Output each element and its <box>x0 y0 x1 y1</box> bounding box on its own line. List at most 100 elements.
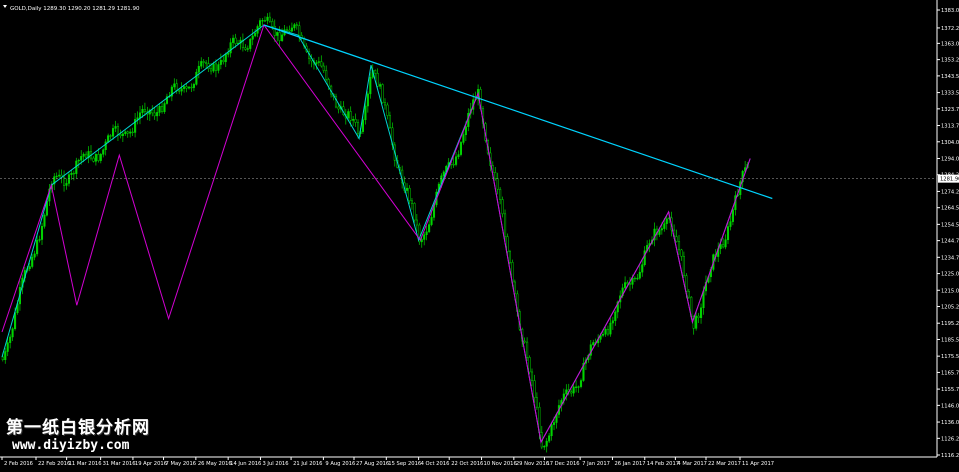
symbol-info: GOLD,Daily 1289.30 1290.20 1281.29 1281.… <box>10 6 140 12</box>
candle-body <box>116 126 120 135</box>
candle-body <box>295 24 298 26</box>
time-label: 14 Jun 2016 <box>230 461 261 467</box>
candle-body <box>227 52 230 55</box>
time-label: 17 Dec 2016 <box>546 461 579 467</box>
candle-body <box>185 86 188 89</box>
candle-body <box>369 77 372 95</box>
price-label: 1165.75 <box>941 370 959 376</box>
candle-body <box>249 39 252 49</box>
candle-body <box>660 228 663 231</box>
candle-body <box>523 340 526 343</box>
candle-body <box>685 275 688 292</box>
candle-body <box>65 183 68 186</box>
candle-body <box>349 111 352 121</box>
candle-body <box>665 218 668 224</box>
candle-body <box>43 214 46 227</box>
candle-body <box>187 86 191 89</box>
candle-body <box>337 106 340 110</box>
candle-body <box>102 149 105 155</box>
time-label: 27 Aug 2016 <box>356 461 389 467</box>
candle-body <box>112 128 115 137</box>
price-label: 1126.25 <box>941 436 959 442</box>
candle-body <box>535 397 538 408</box>
candle-body <box>244 47 247 50</box>
candle-body <box>190 86 193 89</box>
price-label: 1225.00 <box>941 272 959 278</box>
candle-body <box>374 70 377 74</box>
candle-body <box>261 20 264 22</box>
candle-body <box>604 328 607 335</box>
candle-body <box>77 159 80 162</box>
candle-body <box>697 315 700 318</box>
candle-body <box>354 119 357 123</box>
candle-body <box>695 315 698 329</box>
candle-body <box>553 422 556 425</box>
price-chart[interactable]: 1383.00 1372.25 1363.00 1353.25 1343.50 1333.… <box>0 0 959 468</box>
candle-body <box>626 282 629 284</box>
candle-body <box>31 256 34 267</box>
candle-body <box>379 84 382 87</box>
candle-body <box>602 333 605 336</box>
price-label: 1304.00 <box>941 140 959 146</box>
candle-body <box>141 109 144 114</box>
candle-body <box>163 103 166 112</box>
candle-body <box>298 25 301 36</box>
candle-body <box>423 234 426 240</box>
price-label: 1383.00 <box>941 8 959 14</box>
candle-body <box>281 34 284 41</box>
candle-body <box>224 54 227 63</box>
candle-body <box>592 342 595 345</box>
candle-body <box>136 117 139 120</box>
candle-body <box>376 73 379 87</box>
time-label: 26 May 2016 <box>198 461 232 467</box>
candle-body <box>109 135 112 137</box>
candle-body <box>494 172 497 179</box>
candle-body <box>459 142 462 155</box>
candle-body <box>638 271 641 279</box>
candle-body <box>317 61 320 63</box>
candle-body <box>285 29 289 31</box>
candle-body <box>504 213 507 237</box>
candle-body <box>263 20 266 22</box>
candle-body <box>234 37 237 44</box>
time-label: 2 Feb 2016 <box>4 461 33 467</box>
candle-body <box>687 291 690 298</box>
candle-body <box>457 154 460 157</box>
time-label: 22 Feb 2016 <box>38 461 70 467</box>
candle-body <box>72 172 75 175</box>
time-label: 9 Aug 2016 <box>325 461 355 467</box>
candle-body <box>259 20 262 27</box>
watermark-url: www.diyizby.com <box>12 438 130 453</box>
candle-body <box>202 61 205 63</box>
candle-body <box>455 156 458 165</box>
candle-body <box>430 217 433 225</box>
candle-body <box>178 90 181 92</box>
candle-body <box>722 244 725 248</box>
candle-body <box>442 171 445 177</box>
candle-body <box>278 32 281 41</box>
candle-body <box>266 16 269 21</box>
price-label: 1185.50 <box>941 337 959 343</box>
time-label: 14 Feb 2017 <box>647 461 679 467</box>
candle-body <box>293 24 296 29</box>
candle-body <box>114 126 117 129</box>
candle-body <box>550 424 553 437</box>
candle-body <box>577 386 580 388</box>
price-label: 1333.50 <box>941 91 959 97</box>
candle-body <box>173 83 176 88</box>
candle-body <box>58 174 61 177</box>
candle-body <box>609 322 612 335</box>
candle-body <box>700 307 703 318</box>
time-label: 31 Mar 2016 <box>103 461 136 467</box>
current-price-label: 1281.90 <box>940 177 959 183</box>
time-label: 26 Jan 2017 <box>614 461 645 467</box>
candle-body <box>731 209 734 222</box>
candle-body <box>643 250 646 265</box>
candle-body <box>464 126 467 136</box>
candle-body <box>406 187 409 191</box>
candle-body <box>462 134 465 143</box>
candle-body <box>104 141 107 150</box>
candle-body <box>158 105 161 113</box>
candle-body <box>496 178 499 190</box>
chart-canvas[interactable]: 1383.00 1372.25 1363.00 1353.25 1343.50 1333.… <box>0 0 959 468</box>
